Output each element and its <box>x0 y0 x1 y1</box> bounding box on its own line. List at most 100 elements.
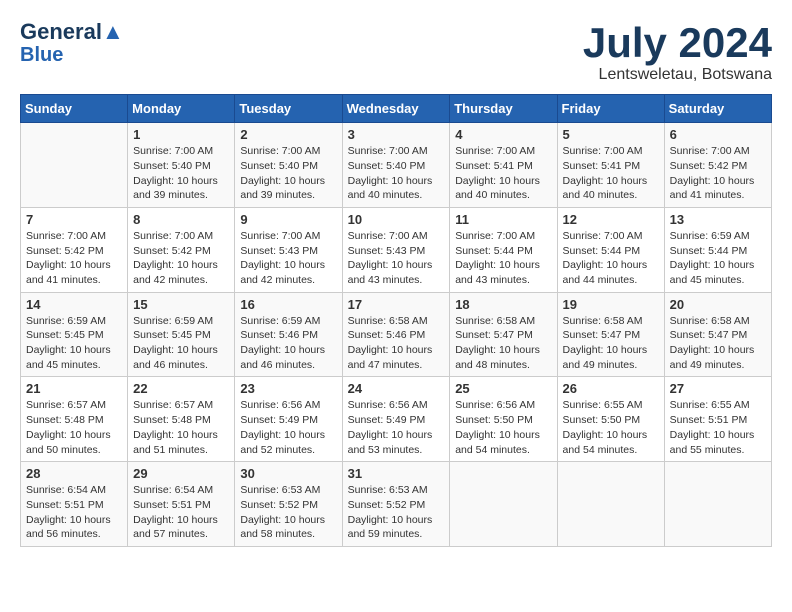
day-number: 14 <box>26 297 122 312</box>
day-number: 24 <box>348 381 445 396</box>
col-header-monday: Monday <box>128 95 235 123</box>
calendar-cell <box>450 462 557 547</box>
week-row-1: 1 Sunrise: 7:00 AM Sunset: 5:40 PM Daylig… <box>21 123 772 208</box>
calendar-cell <box>21 123 128 208</box>
col-header-tuesday: Tuesday <box>235 95 342 123</box>
calendar-cell: 22 Sunrise: 6:57 AM Sunset: 5:48 PM Dayli… <box>128 377 235 462</box>
page-header: General▲ Blue July 2024 Lentsweletau, Bo… <box>20 20 772 84</box>
day-info: Sunrise: 6:56 AM Sunset: 5:49 PM Dayligh… <box>240 398 336 457</box>
day-info: Sunrise: 6:56 AM Sunset: 5:50 PM Dayligh… <box>455 398 551 457</box>
day-number: 27 <box>670 381 766 396</box>
day-number: 31 <box>348 466 445 481</box>
calendar-cell: 23 Sunrise: 6:56 AM Sunset: 5:49 PM Dayli… <box>235 377 342 462</box>
calendar-cell <box>557 462 664 547</box>
calendar-cell: 2 Sunrise: 7:00 AM Sunset: 5:40 PM Daylig… <box>235 123 342 208</box>
day-number: 12 <box>563 212 659 227</box>
day-number: 20 <box>670 297 766 312</box>
calendar-title: July 2024 <box>583 20 772 66</box>
calendar-cell: 14 Sunrise: 6:59 AM Sunset: 5:45 PM Dayli… <box>21 292 128 377</box>
day-info: Sunrise: 6:59 AM Sunset: 5:45 PM Dayligh… <box>26 314 122 373</box>
day-info: Sunrise: 6:58 AM Sunset: 5:47 PM Dayligh… <box>455 314 551 373</box>
day-number: 18 <box>455 297 551 312</box>
title-block: July 2024 Lentsweletau, Botswana <box>583 20 772 84</box>
calendar-cell: 1 Sunrise: 7:00 AM Sunset: 5:40 PM Daylig… <box>128 123 235 208</box>
calendar-cell: 19Sunrise: 6:58 AM Sunset: 5:47 PM Dayli… <box>557 292 664 377</box>
day-info: Sunrise: 7:00 AM Sunset: 5:40 PM Dayligh… <box>133 144 229 203</box>
calendar-cell: 9 Sunrise: 7:00 AM Sunset: 5:43 PM Daylig… <box>235 207 342 292</box>
calendar-cell: 25 Sunrise: 6:56 AM Sunset: 5:50 PM Dayli… <box>450 377 557 462</box>
day-info: Sunrise: 7:00 AM Sunset: 5:40 PM Dayligh… <box>348 144 445 203</box>
calendar-cell: 15Sunrise: 6:59 AM Sunset: 5:45 PM Dayli… <box>128 292 235 377</box>
day-number: 3 <box>348 127 445 142</box>
col-header-sunday: Sunday <box>21 95 128 123</box>
day-number: 7 <box>26 212 122 227</box>
calendar-cell <box>664 462 771 547</box>
day-info: Sunrise: 7:00 AM Sunset: 5:43 PM Dayligh… <box>348 229 445 288</box>
calendar-cell: 12 Sunrise: 7:00 AM Sunset: 5:44 PM Dayli… <box>557 207 664 292</box>
day-number: 2 <box>240 127 336 142</box>
day-info: Sunrise: 7:00 AM Sunset: 5:41 PM Dayligh… <box>455 144 551 203</box>
calendar-cell: 21 Sunrise: 6:57 AM Sunset: 5:48 PM Dayli… <box>21 377 128 462</box>
day-number: 30 <box>240 466 336 481</box>
calendar-cell: 26 Sunrise: 6:55 AM Sunset: 5:50 PM Dayli… <box>557 377 664 462</box>
day-number: 9 <box>240 212 336 227</box>
calendar-cell: 18 Sunrise: 6:58 AM Sunset: 5:47 PM Dayli… <box>450 292 557 377</box>
day-info: Sunrise: 6:57 AM Sunset: 5:48 PM Dayligh… <box>133 398 229 457</box>
week-row-4: 21 Sunrise: 6:57 AM Sunset: 5:48 PM Dayli… <box>21 377 772 462</box>
col-header-saturday: Saturday <box>664 95 771 123</box>
calendar-cell: 27 Sunrise: 6:55 AM Sunset: 5:51 PM Dayli… <box>664 377 771 462</box>
logo-blue: Blue <box>20 44 63 66</box>
logo-text: General▲ <box>20 20 124 44</box>
day-number: 13 <box>670 212 766 227</box>
calendar-cell: 3 Sunrise: 7:00 AM Sunset: 5:40 PM Daylig… <box>342 123 450 208</box>
week-row-5: 28Sunrise: 6:54 AM Sunset: 5:51 PM Dayli… <box>21 462 772 547</box>
calendar-cell: 4Sunrise: 7:00 AM Sunset: 5:41 PM Daylig… <box>450 123 557 208</box>
col-header-thursday: Thursday <box>450 95 557 123</box>
calendar-cell: 6Sunrise: 7:00 AM Sunset: 5:42 PM Daylig… <box>664 123 771 208</box>
calendar-cell: 31 Sunrise: 6:53 AM Sunset: 5:52 PM Dayli… <box>342 462 450 547</box>
day-number: 1 <box>133 127 229 142</box>
calendar-cell: 17Sunrise: 6:58 AM Sunset: 5:46 PM Dayli… <box>342 292 450 377</box>
day-number: 6 <box>670 127 766 142</box>
day-number: 16 <box>240 297 336 312</box>
day-info: Sunrise: 6:55 AM Sunset: 5:50 PM Dayligh… <box>563 398 659 457</box>
day-info: Sunrise: 6:54 AM Sunset: 5:51 PM Dayligh… <box>133 483 229 542</box>
day-number: 21 <box>26 381 122 396</box>
calendar-cell: 16Sunrise: 6:59 AM Sunset: 5:46 PM Dayli… <box>235 292 342 377</box>
day-info: Sunrise: 7:00 AM Sunset: 5:40 PM Dayligh… <box>240 144 336 203</box>
calendar-cell: 28Sunrise: 6:54 AM Sunset: 5:51 PM Dayli… <box>21 462 128 547</box>
day-number: 25 <box>455 381 551 396</box>
day-info: Sunrise: 6:53 AM Sunset: 5:52 PM Dayligh… <box>348 483 445 542</box>
day-number: 19 <box>563 297 659 312</box>
day-info: Sunrise: 6:57 AM Sunset: 5:48 PM Dayligh… <box>26 398 122 457</box>
calendar-subtitle: Lentsweletau, Botswana <box>583 66 772 84</box>
calendar-cell: 24 Sunrise: 6:56 AM Sunset: 5:49 PM Dayli… <box>342 377 450 462</box>
day-info: Sunrise: 7:00 AM Sunset: 5:41 PM Dayligh… <box>563 144 659 203</box>
day-info: Sunrise: 6:54 AM Sunset: 5:51 PM Dayligh… <box>26 483 122 542</box>
header-row: SundayMondayTuesdayWednesdayThursdayFrid… <box>21 95 772 123</box>
day-info: Sunrise: 7:00 AM Sunset: 5:44 PM Dayligh… <box>563 229 659 288</box>
calendar-cell: 7Sunrise: 7:00 AM Sunset: 5:42 PM Daylig… <box>21 207 128 292</box>
calendar-cell: 29Sunrise: 6:54 AM Sunset: 5:51 PM Dayli… <box>128 462 235 547</box>
day-info: Sunrise: 6:55 AM Sunset: 5:51 PM Dayligh… <box>670 398 766 457</box>
day-number: 11 <box>455 212 551 227</box>
calendar-cell: 10 Sunrise: 7:00 AM Sunset: 5:43 PM Dayli… <box>342 207 450 292</box>
day-number: 10 <box>348 212 445 227</box>
day-number: 22 <box>133 381 229 396</box>
calendar-cell: 20 Sunrise: 6:58 AM Sunset: 5:47 PM Dayli… <box>664 292 771 377</box>
day-number: 26 <box>563 381 659 396</box>
day-info: Sunrise: 7:00 AM Sunset: 5:42 PM Dayligh… <box>133 229 229 288</box>
logo: General▲ Blue <box>20 20 124 66</box>
day-number: 23 <box>240 381 336 396</box>
day-number: 5 <box>563 127 659 142</box>
calendar-cell: 30Sunrise: 6:53 AM Sunset: 5:52 PM Dayli… <box>235 462 342 547</box>
day-info: Sunrise: 7:00 AM Sunset: 5:44 PM Dayligh… <box>455 229 551 288</box>
day-info: Sunrise: 6:58 AM Sunset: 5:46 PM Dayligh… <box>348 314 445 373</box>
day-info: Sunrise: 6:56 AM Sunset: 5:49 PM Dayligh… <box>348 398 445 457</box>
day-info: Sunrise: 7:00 AM Sunset: 5:43 PM Dayligh… <box>240 229 336 288</box>
col-header-wednesday: Wednesday <box>342 95 450 123</box>
day-info: Sunrise: 6:58 AM Sunset: 5:47 PM Dayligh… <box>670 314 766 373</box>
day-info: Sunrise: 6:59 AM Sunset: 5:45 PM Dayligh… <box>133 314 229 373</box>
calendar-cell: 11 Sunrise: 7:00 AM Sunset: 5:44 PM Dayli… <box>450 207 557 292</box>
calendar-cell: 8Sunrise: 7:00 AM Sunset: 5:42 PM Daylig… <box>128 207 235 292</box>
